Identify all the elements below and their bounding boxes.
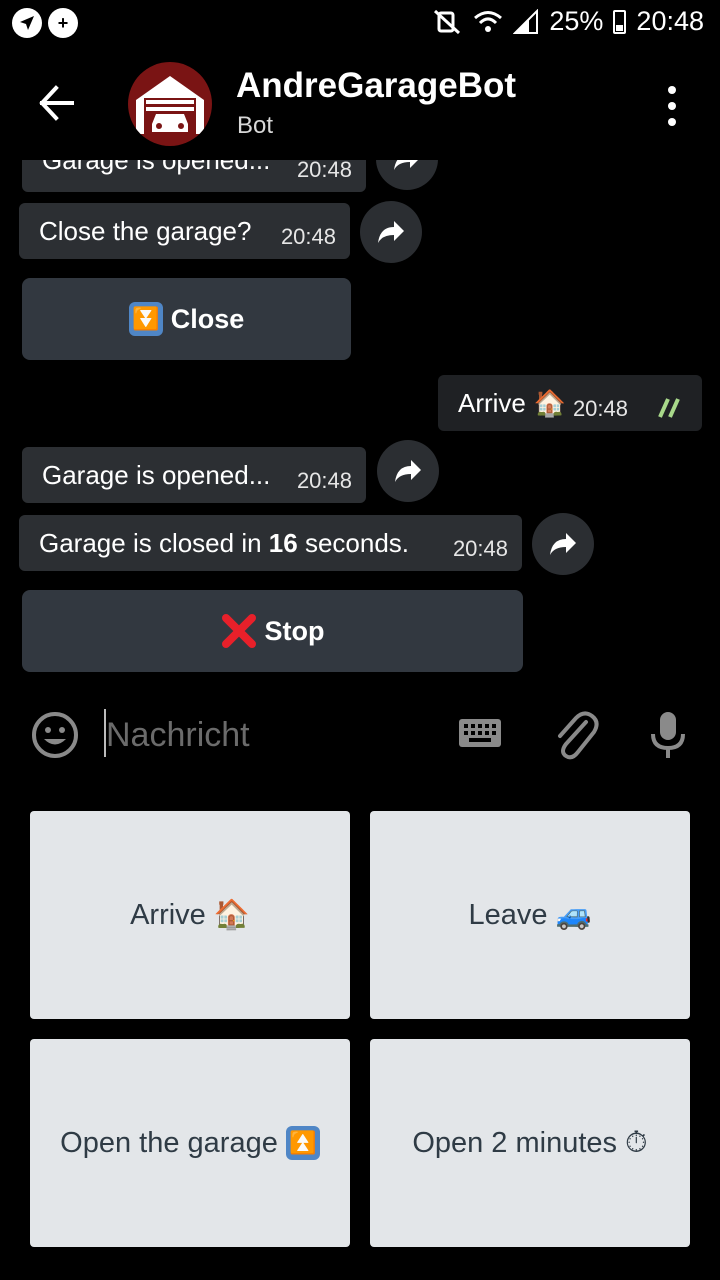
back-button[interactable] (36, 80, 78, 126)
attach-button[interactable] (552, 708, 600, 767)
message-text: Close the garage? (39, 215, 252, 246)
voice-record-button[interactable] (650, 710, 686, 765)
inline-button-label: Stop (264, 615, 325, 646)
share-arrow-icon (395, 460, 421, 482)
double-up-arrow-icon: ⏫ (285, 1126, 320, 1160)
chat-title: AndreGarageBot (236, 66, 517, 105)
message-text-suffix: seconds. (297, 527, 410, 558)
message-input[interactable]: Nachricht (106, 716, 250, 755)
status-right: 25% 20:48 (433, 6, 704, 37)
reply-button-open-garage[interactable]: Open the garage ⏫ (30, 1039, 350, 1247)
forward-button[interactable] (376, 160, 438, 190)
share-arrow-icon (378, 221, 404, 243)
microphone-icon (651, 712, 685, 758)
reply-button-label: Arrive (130, 898, 206, 931)
house-icon: 🏠 (533, 387, 567, 418)
message-bubble: Garage is closed in 16 seconds. 20:48 (19, 515, 522, 571)
message-bubble: Close the garage? 20:48 (19, 203, 350, 259)
message-time: 20:48 (572, 396, 628, 421)
smiley-icon (32, 712, 78, 758)
back-arrow-icon (39, 85, 74, 121)
keyboard-toggle-button[interactable] (458, 718, 502, 753)
message-text-bold: 16 (268, 527, 298, 558)
reply-button-label: Leave (468, 898, 548, 931)
inline-close-button[interactable]: ⏬ Close (22, 278, 351, 360)
car-icon: 🚙 (555, 899, 592, 931)
message-bubble: Garage is opened... 20:48 (22, 447, 366, 503)
message-time: 20:48 (296, 468, 352, 493)
kebab-dot (668, 86, 676, 94)
house-icon: 🏠 (213, 899, 250, 931)
reply-button-open-2-minutes[interactable]: Open 2 minutes ⏱ (370, 1039, 690, 1247)
red-x-icon (221, 614, 256, 648)
garage-icon (136, 76, 204, 134)
signal-icon (513, 8, 539, 34)
read-checkmarks-icon (658, 398, 680, 418)
wifi-icon (474, 10, 503, 32)
message-text-prefix: Garage is closed in (39, 527, 269, 558)
message-text: Garage is opened... (42, 459, 271, 490)
more-options-button[interactable] (662, 86, 682, 126)
reply-button-label: Open 2 minutes (412, 1126, 618, 1159)
reply-button-leave[interactable]: Leave 🚙 (370, 811, 690, 1019)
navigation-icon (12, 8, 42, 38)
message-time: 20:48 (452, 536, 508, 561)
battery-icon (613, 9, 627, 34)
kebab-dot (668, 102, 676, 110)
message-time: 20:48 (280, 224, 336, 249)
chat-subtitle: Bot (237, 112, 274, 139)
stopwatch-icon: ⏱ (625, 1126, 648, 1159)
message-bubble: Garage is opened... 20:48 (22, 160, 366, 192)
paperclip-icon (558, 711, 599, 760)
forward-button[interactable] (377, 440, 439, 502)
battery-percent: 25% (549, 6, 604, 36)
share-arrow-icon (394, 160, 418, 170)
double-down-arrow-icon: ⏬ (128, 302, 163, 336)
mute-vibrate-icon (434, 9, 461, 34)
emoji-button[interactable] (30, 710, 80, 765)
bot-avatar[interactable] (128, 62, 212, 146)
status-bar: + 25% 20:48 (0, 0, 720, 50)
status-time: 20:48 (636, 6, 704, 36)
inline-button-label: Close (170, 303, 245, 334)
share-arrow-icon (550, 533, 576, 555)
message-text: Garage is opened... (42, 160, 270, 176)
keyboard-icon (459, 719, 501, 747)
reply-button-arrive[interactable]: Arrive 🏠 (30, 811, 350, 1019)
chat-area[interactable]: Garage is opened... 20:48 Close the gara… (0, 160, 720, 680)
message-bubble-outgoing: Arrive 🏠 20:48 (438, 375, 702, 431)
forward-button[interactable] (532, 513, 594, 575)
reply-button-label: Open the garage (60, 1126, 278, 1159)
kebab-dot (668, 118, 676, 126)
message-time: 20:48 (296, 160, 352, 182)
message-text: Arrive (458, 387, 526, 418)
message-text: Garage is closed in 16 seconds. (39, 528, 409, 559)
forward-button[interactable] (360, 201, 422, 263)
add-icon: + (48, 8, 78, 38)
inline-stop-button[interactable]: Stop (22, 590, 523, 672)
